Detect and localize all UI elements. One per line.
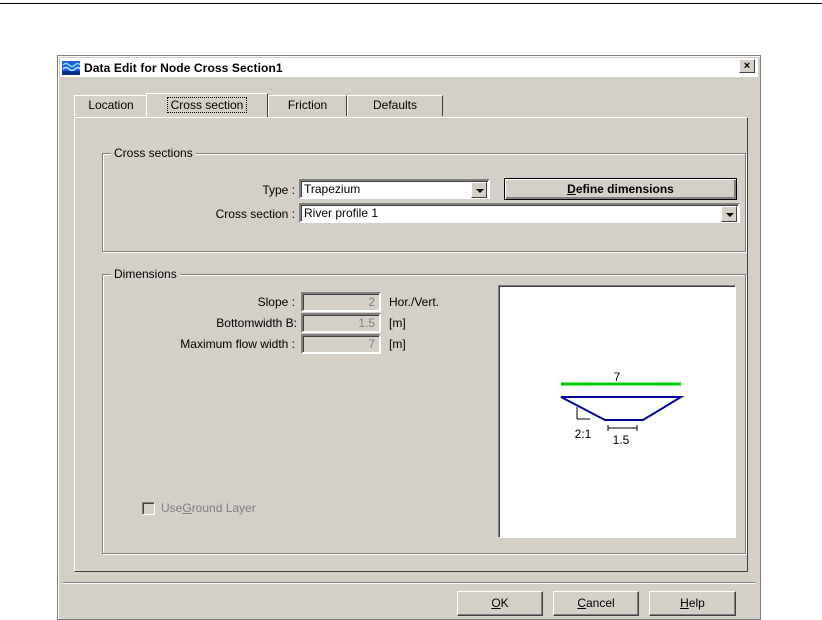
slope-unit: Hor./Vert. <box>389 295 440 309</box>
tab-defaults[interactable]: Defaults <box>347 95 443 116</box>
ok-label: K <box>500 596 509 610</box>
maxflow-unit: [m] <box>389 337 406 351</box>
close-icon: × <box>743 60 751 72</box>
type-label: Type : <box>262 183 295 197</box>
help-label: elp <box>688 596 705 610</box>
data-edit-dialog: Data Edit for Node Cross Section1 × Loca… <box>57 55 761 620</box>
define-dimensions-button[interactable]: Define dimensions <box>504 178 737 200</box>
use-ground-layer-checkbox[interactable]: Use Ground Layer <box>142 501 256 515</box>
cross-sections-group: Cross sections Type : Trapezium Define d… <box>102 146 746 252</box>
bottomwidth-value: 1.5 <box>358 316 375 330</box>
top-divider-line <box>0 3 822 4</box>
tab-friction[interactable]: Friction <box>268 95 347 116</box>
ground-label-mnemonic: G <box>182 501 192 515</box>
help-button[interactable]: Help <box>649 591 736 616</box>
dimensions-legend: Dimensions <box>111 267 180 281</box>
cancel-mnemonic: C <box>577 596 586 610</box>
tab-location[interactable]: Location <box>74 95 148 116</box>
cancel-button[interactable]: Cancel <box>553 591 639 616</box>
define-dimensions-mnemonic: D <box>567 182 576 196</box>
define-dimensions-label: efine dimensions <box>575 182 674 196</box>
chevron-down-icon[interactable] <box>721 206 737 222</box>
bottom-width-label: 1.5 <box>613 433 630 447</box>
tab-location-label: Location <box>88 98 134 112</box>
ok-mnemonic: O <box>491 596 501 610</box>
ground-label: round Layer <box>191 501 256 515</box>
dimensions-group: Dimensions Slope : 2 Hor./Vert. Bottomwi… <box>102 267 746 554</box>
maxflow-label: Maximum flow width : <box>180 337 295 351</box>
bottomwidth-label: Bottomwidth B: <box>216 316 297 330</box>
bottomwidth-unit: [m] <box>389 316 406 330</box>
maxflow-field[interactable]: 7 <box>301 334 381 354</box>
top-width-label: 7 <box>614 370 621 384</box>
type-select-value: Trapezium <box>304 182 361 196</box>
cross-section-select[interactable]: River profile 1 <box>299 203 740 223</box>
slope-value: 2 <box>368 295 375 309</box>
app-icon <box>62 60 80 75</box>
trapezium-diagram: 7 2:1 1.5 <box>560 370 685 447</box>
cancel-label: ancel <box>585 596 615 610</box>
chevron-down-icon[interactable] <box>471 182 487 198</box>
cross-section-preview: 7 2:1 1.5 <box>498 285 736 538</box>
help-mnemonic: H <box>680 596 689 610</box>
tab-friction-label: Friction <box>287 98 328 112</box>
slope-label: Slope : <box>257 295 295 309</box>
trapezium-profile <box>560 396 685 421</box>
cross-section-select-value: River profile 1 <box>304 206 379 220</box>
slope-ratio-label: 2:1 <box>575 427 592 441</box>
close-button[interactable]: × <box>739 59 755 73</box>
bottomwidth-field[interactable]: 1.5 <box>301 313 381 333</box>
type-select[interactable]: Trapezium <box>299 179 490 199</box>
ground-label-prefix: Use <box>161 501 183 515</box>
cross-sections-legend: Cross sections <box>111 146 196 160</box>
maxflow-value: 7 <box>368 337 375 351</box>
tab-cross-section[interactable]: Cross section <box>146 93 268 117</box>
ok-button[interactable]: OK <box>457 591 543 616</box>
tab-defaults-label: Defaults <box>372 98 418 112</box>
button-separator <box>63 582 755 584</box>
title-bar[interactable]: Data Edit for Node Cross Section1 × <box>60 58 758 77</box>
cross-section-label: Cross section : <box>215 207 295 221</box>
tab-cross-section-label: Cross section <box>166 97 248 113</box>
slope-field[interactable]: 2 <box>301 292 381 312</box>
tab-page-cross-section: Cross sections Type : Trapezium Define d… <box>74 117 748 572</box>
checkbox-box[interactable] <box>142 501 155 515</box>
dialog-title: Data Edit for Node Cross Section1 <box>84 60 283 75</box>
